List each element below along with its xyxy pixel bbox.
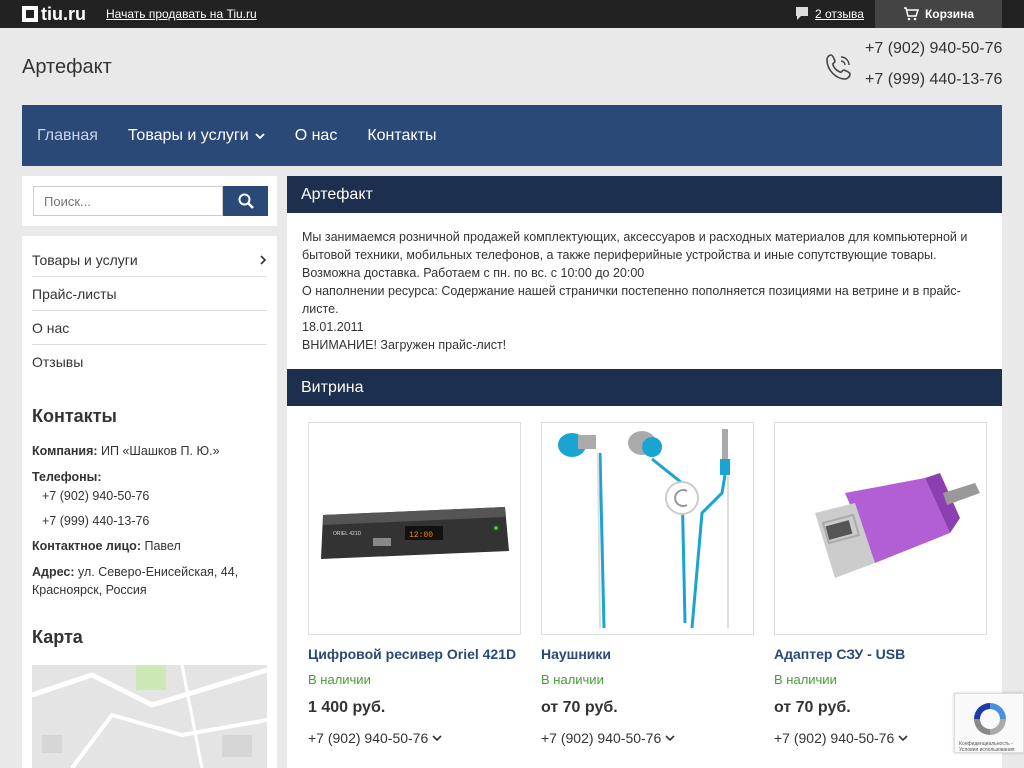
cart-button[interactable]: Корзина <box>875 0 1002 28</box>
product-phone: +7 (902) 940-50-76 <box>308 730 429 746</box>
product-phone-dropdown[interactable]: +7 (902) 940-50-76 <box>541 730 675 746</box>
chevron-down-icon <box>898 735 908 742</box>
phone-icon <box>826 54 851 80</box>
product-image[interactable] <box>541 422 754 635</box>
main-nav: Главная Товары и услуги О нас Контакты <box>22 105 1002 166</box>
nav-item-about[interactable]: О нас <box>295 127 338 145</box>
sidebar-item-label: О нас <box>32 319 70 336</box>
contact-address: Адрес: ул. Северо-Енисейская, 44, Красно… <box>32 563 267 599</box>
phones-label: Телефоны: <box>32 470 102 484</box>
main-content: Артефакт Мы занимаемся розничной продаже… <box>287 176 1002 768</box>
nav-item-label: Главная <box>37 126 98 144</box>
recaptcha-badge[interactable]: Конфиденциальность - Условия использован… <box>954 693 1024 753</box>
product-image[interactable]: ORIEL 421D 12:00 <box>308 422 521 635</box>
chevron-down-icon <box>255 132 265 139</box>
product-phone-dropdown[interactable]: +7 (902) 940-50-76 <box>774 730 908 746</box>
receiver-image: ORIEL 421D 12:00 <box>321 507 509 559</box>
sidebar-item-reviews[interactable]: Отзывы <box>32 345 267 379</box>
search-box <box>22 176 277 226</box>
search-input[interactable] <box>33 186 223 216</box>
reviews-link[interactable]: 2 отзыва <box>795 6 864 22</box>
recaptcha-text: Конфиденциальность - Условия использован… <box>959 741 1015 753</box>
logo-square-icon <box>22 6 38 22</box>
chevron-right-icon <box>260 254 267 265</box>
sidebar-item-about[interactable]: О нас <box>32 311 267 345</box>
map-tiles <box>32 665 267 768</box>
contacts-heading: Контакты <box>32 406 117 426</box>
showcase-heading: Витрина <box>287 369 1002 406</box>
product-name[interactable]: Адаптер СЗУ - USB <box>774 646 905 662</box>
logo-text: tiu.ru <box>41 4 86 24</box>
sidebar-item-label: Отзывы <box>32 354 84 370</box>
product-phone: +7 (902) 940-50-76 <box>774 730 895 746</box>
nav-item-products[interactable]: Товары и услуги <box>128 127 265 145</box>
product-phone-dropdown[interactable]: +7 (902) 940-50-76 <box>308 730 442 746</box>
header-phone-2[interactable]: +7 (999) 440-13-76 <box>865 71 1002 89</box>
product-name[interactable]: Наушники <box>541 646 611 662</box>
product-card: ORIEL 421D 12:00 Цифровой ресивер Oriel … <box>308 422 522 746</box>
about-line: 18.01.2011 <box>302 320 364 334</box>
map[interactable] <box>32 665 267 768</box>
about-line: Возможна доставка. Работаем с пн. по вс.… <box>302 266 645 280</box>
product-card: Наушники В наличии от 70 руб. +7 (902) 9… <box>541 422 755 746</box>
product-stock: В наличии <box>774 672 837 687</box>
product-name[interactable]: Цифровой ресивер Oriel 421D <box>308 646 516 662</box>
reviews-label: 2 отзыва <box>815 7 864 21</box>
contact-person: Контактное лицо: Павел <box>32 537 267 555</box>
person-label: Контактное лицо: <box>32 539 141 553</box>
product-stock: В наличии <box>308 672 371 687</box>
sidebar-item-label: Прайс-листы <box>32 285 117 302</box>
contact-company: Компания: ИП «Шашков П. Ю.» <box>32 442 267 460</box>
nav-item-label: О нас <box>294 126 338 144</box>
header-phone-1[interactable]: +7 (902) 940-50-76 <box>865 40 1002 58</box>
about-text: Мы занимаемся розничной продажей комплек… <box>302 228 992 354</box>
tiu-logo[interactable]: tiu.ru <box>22 5 86 23</box>
chevron-down-icon <box>665 735 675 742</box>
shop-title: Артефакт <box>22 56 112 78</box>
recaptcha-icon <box>974 703 1006 735</box>
about-heading: Артефакт <box>287 176 1002 213</box>
product-image[interactable] <box>774 422 987 635</box>
cart-label: Корзина <box>924 7 975 21</box>
nav-item-home[interactable]: Главная <box>37 127 98 145</box>
search-icon <box>238 193 254 209</box>
address-label: Адрес: <box>32 565 75 579</box>
sidebar-item-label: Товары и услуги <box>32 251 138 268</box>
product-phone: +7 (902) 940-50-76 <box>541 730 662 746</box>
search-button[interactable] <box>223 186 268 216</box>
cart-icon <box>903 7 919 21</box>
about-line: Мы занимаемся розничной продажей комплек… <box>302 230 968 262</box>
company-label: Компания: <box>32 444 98 458</box>
topbar: tiu.ru Начать продавать на Tiu.ru 2 отзы… <box>0 0 1024 28</box>
nav-item-label: Контакты <box>367 126 437 144</box>
person-value: Павел <box>144 539 181 553</box>
sidebar-menu: Товары и услуги Прайс-листы О нас Отзывы <box>32 243 267 379</box>
product-price: от 70 руб. <box>774 699 851 716</box>
start-selling-link[interactable]: Начать продавать на Tiu.ru <box>106 7 257 21</box>
sidebar: Товары и услуги Прайс-листы О нас Отзывы… <box>22 236 277 768</box>
receiver-label: ORIEL 421D <box>333 531 362 537</box>
about-line: О наполнении ресурса: Содержание нашей с… <box>302 284 961 316</box>
map-heading: Карта <box>32 627 83 647</box>
sidebar-item-price-lists[interactable]: Прайс-листы <box>32 277 267 311</box>
contact-phones-label: Телефоны: <box>32 468 267 486</box>
contact-phone-2[interactable]: +7 (999) 440-13-76 <box>42 512 277 530</box>
earphones-image <box>558 429 730 629</box>
contact-phone-1[interactable]: +7 (902) 940-50-76 <box>42 487 277 505</box>
nav-item-label: Товары и услуги <box>127 126 249 144</box>
company-value: ИП «Шашков П. Ю.» <box>101 444 220 458</box>
adapter-image <box>815 473 980 578</box>
nav-item-contacts[interactable]: Контакты <box>367 127 436 145</box>
comment-icon <box>796 7 808 20</box>
product-price: 1 400 руб. <box>308 699 386 716</box>
chevron-down-icon <box>432 735 442 742</box>
product-stock: В наличии <box>541 672 604 687</box>
product-price: от 70 руб. <box>541 699 618 716</box>
sidebar-item-products[interactable]: Товары и услуги <box>32 243 267 277</box>
about-line: ВНИМАНИЕ! Загружен прайс-лист! <box>302 338 507 352</box>
receiver-display: 12:00 <box>409 531 433 540</box>
product-card: Адаптер СЗУ - USB В наличии от 70 руб. +… <box>774 422 988 746</box>
